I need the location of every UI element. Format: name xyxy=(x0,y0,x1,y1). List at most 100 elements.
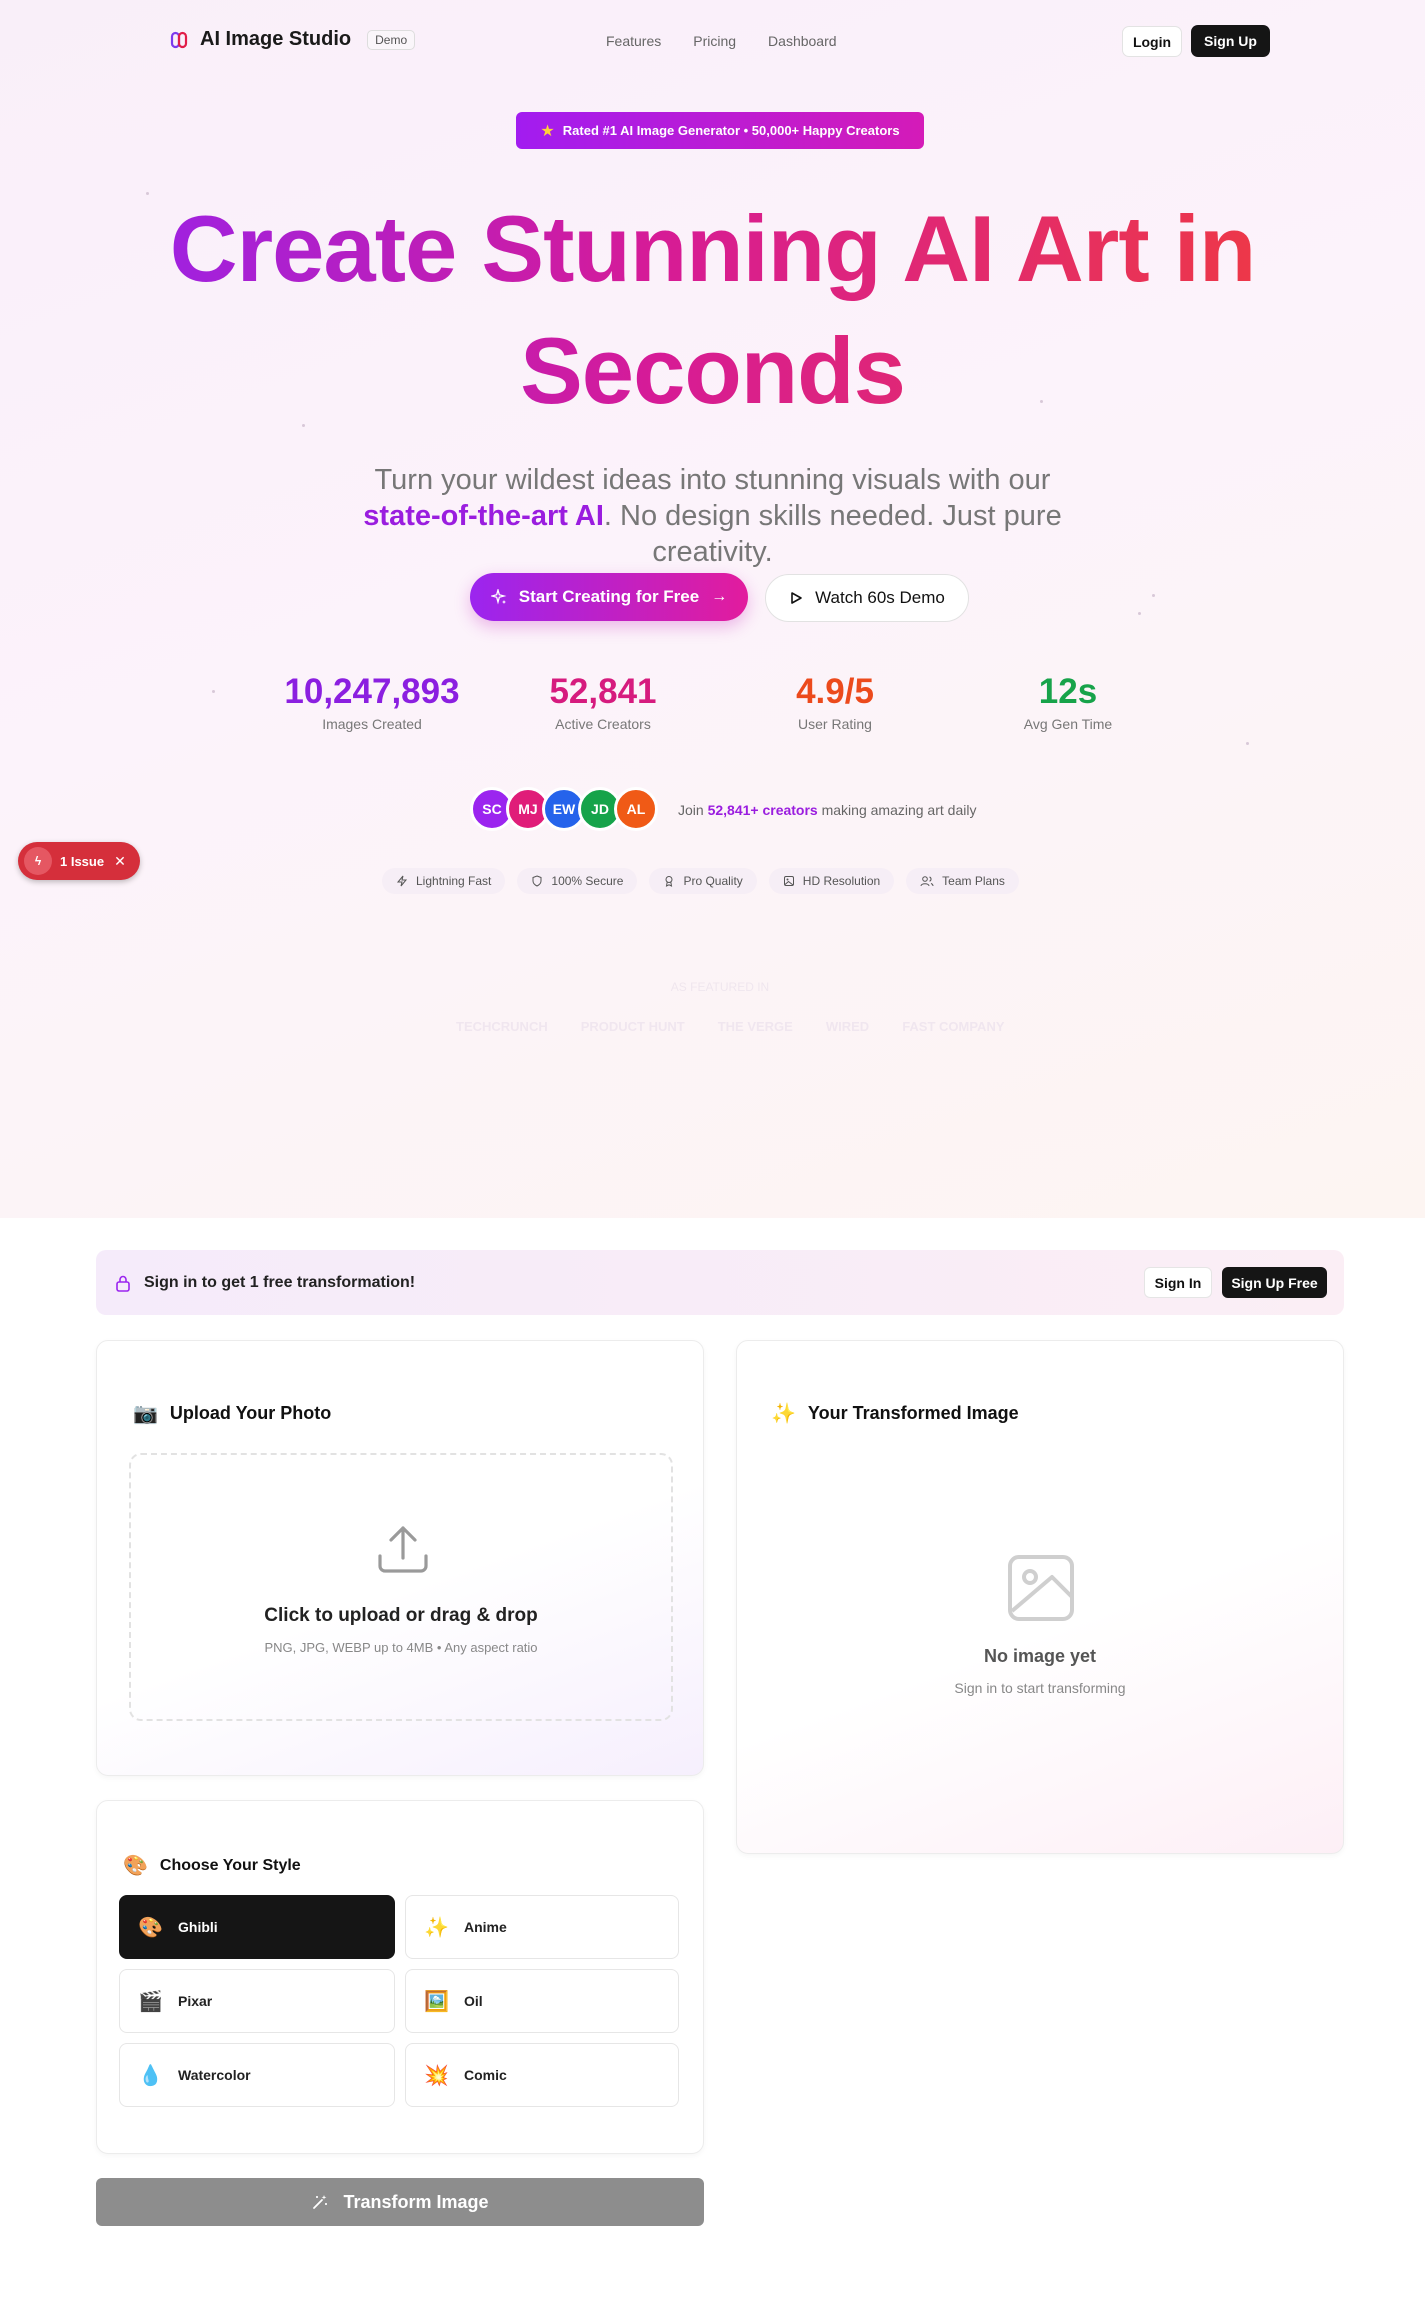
chip-hd-resolution: HD Resolution xyxy=(768,868,895,894)
style-option-label: Comic xyxy=(464,2067,507,2083)
chip-label: Pro Quality xyxy=(683,874,743,888)
stat-label: Active Creators xyxy=(555,716,651,732)
subtitle-highlight: state-of-the-art AI xyxy=(363,500,604,532)
headline-line-1: Create Stunning AI Art in xyxy=(169,196,1256,301)
style-option-pixar[interactable]: 🎬 Pixar xyxy=(119,1969,395,2033)
award-icon xyxy=(665,876,673,887)
style-option-ghibli[interactable]: 🎨 Ghibli xyxy=(119,1895,395,1959)
style-option-oil[interactable]: 🖼️ Oil xyxy=(405,1969,679,2033)
issue-indicator-icon: ϟ xyxy=(24,847,52,875)
image-icon xyxy=(783,876,794,886)
featured-outlet: WIRED xyxy=(825,1019,870,1034)
featured-label: AS FEATURED IN xyxy=(670,980,770,994)
join-suffix: making amazing art daily xyxy=(817,802,977,818)
login-button[interactable]: Login xyxy=(1122,26,1182,57)
signin-banner-text: Sign in to get 1 free transformation! xyxy=(144,1273,416,1291)
watch-demo-button[interactable]: Watch 60s Demo xyxy=(765,574,969,622)
chip-team-plans: Team Plans xyxy=(906,868,1019,894)
featured-outlets: TECHCRUNCH PRODUCT HUNT THE VERGE WIRED … xyxy=(456,1019,1005,1034)
camera-icon: 📷 xyxy=(133,1403,158,1425)
close-icon[interactable]: ✕ xyxy=(114,853,126,870)
nav-pricing[interactable]: Pricing xyxy=(693,33,736,49)
brand-name: AI Image Studio xyxy=(200,28,352,50)
framed-picture-icon: 🖼️ xyxy=(424,1990,449,2013)
decor-dot xyxy=(1152,594,1155,597)
decor-dot xyxy=(212,690,215,693)
image-placeholder-icon xyxy=(1008,1555,1074,1621)
feature-chips: Lightning Fast 100% Secure Pro Quality H… xyxy=(382,868,1019,894)
nav-features[interactable]: Features xyxy=(606,33,661,49)
droplet-icon: 💧 xyxy=(138,2064,163,2087)
stat-label: Avg Gen Time xyxy=(1023,716,1113,732)
brand-logo[interactable]: AI Image Studio Demo xyxy=(170,28,416,51)
banner-signup-button[interactable]: Sign Up Free xyxy=(1222,1267,1327,1298)
signup-button[interactable]: Sign Up xyxy=(1191,25,1270,57)
play-icon xyxy=(791,592,802,604)
result-title: ✨ Your Transformed Image xyxy=(771,1401,1019,1426)
stat-images-created: 10,247,893 Images Created xyxy=(262,670,482,732)
collision-icon: 💥 xyxy=(424,2064,449,2087)
featured-outlet: THE VERGE xyxy=(717,1019,793,1034)
style-title-text: Choose Your Style xyxy=(159,1856,301,1874)
avatar: AL xyxy=(614,787,658,831)
result-title-text: Your Transformed Image xyxy=(807,1403,1019,1423)
subtitle-text: Turn your wildest ideas into stunning vi… xyxy=(374,464,1051,496)
stat-user-rating: 4.9/5 User Rating xyxy=(725,670,945,732)
transform-image-label: Transform Image xyxy=(343,2191,489,2212)
style-title: 🎨 Choose Your Style xyxy=(123,1853,301,1878)
join-highlight: 52,841+ creators xyxy=(707,802,818,818)
decor-dot xyxy=(1138,612,1141,615)
hero-subtitle: Turn your wildest ideas into stunning vi… xyxy=(340,462,1085,570)
arrow-right-icon: → xyxy=(711,588,728,605)
start-creating-button[interactable]: Start Creating for Free → xyxy=(470,573,748,621)
style-option-watercolor[interactable]: 💧 Watercolor xyxy=(119,2043,395,2107)
style-option-label: Watercolor xyxy=(178,2067,251,2083)
chip-label: Team Plans xyxy=(942,874,1005,888)
headline-line-2: Seconds xyxy=(520,318,905,423)
transform-image-button[interactable]: Transform Image xyxy=(96,2178,704,2226)
upload-dropzone[interactable]: Click to upload or drag & drop PNG, JPG,… xyxy=(129,1453,673,1721)
issues-count: 1 Issue xyxy=(60,853,105,869)
sparkles-icon xyxy=(490,589,507,605)
upload-card: 📷 Upload Your Photo Click to upload or d… xyxy=(96,1340,704,1776)
style-option-label: Anime xyxy=(464,1919,507,1935)
stat-label: User Rating xyxy=(798,716,872,732)
lightning-icon xyxy=(396,875,408,887)
style-option-comic[interactable]: 💥 Comic xyxy=(405,2043,679,2107)
style-option-anime[interactable]: ✨ Anime xyxy=(405,1895,679,1959)
lock-icon xyxy=(116,1275,130,1292)
upload-hint: PNG, JPG, WEBP up to 4MB • Any aspect ra… xyxy=(264,1640,538,1655)
star-icon: ★ xyxy=(540,122,555,140)
stat-avg-gen-time: 12s Avg Gen Time xyxy=(958,670,1178,732)
nav-dashboard[interactable]: Dashboard xyxy=(768,33,837,49)
palette-icon: 🎨 xyxy=(138,1916,163,1939)
watch-demo-label: Watch 60s Demo xyxy=(815,588,945,607)
users-icon xyxy=(920,876,934,887)
sparkles-icon: ✨ xyxy=(424,1916,449,1939)
chip-secure: 100% Secure xyxy=(517,868,638,894)
logo-icon xyxy=(170,31,188,48)
featured-outlet: FAST COMPANY xyxy=(902,1019,1005,1034)
clapperboard-icon: 🎬 xyxy=(138,1990,163,2013)
upload-icon xyxy=(378,1526,428,1573)
demo-badge: Demo xyxy=(367,29,416,50)
magic-wand-icon xyxy=(313,2195,328,2209)
style-option-label: Pixar xyxy=(178,1993,213,2009)
chip-label: 100% Secure xyxy=(551,874,624,888)
palette-icon: 🎨 xyxy=(123,1855,148,1877)
issues-badge[interactable]: ϟ 1 Issue ✕ xyxy=(18,842,140,880)
style-card: 🎨 Choose Your Style 🎨 Ghibli ✨ Anime 🎬 P… xyxy=(96,1800,704,2154)
empty-state-title: No image yet xyxy=(983,1646,1097,1666)
stat-value: 4.9/5 xyxy=(796,672,874,711)
banner-signin-button[interactable]: Sign In xyxy=(1144,1267,1212,1298)
decor-dot xyxy=(1246,742,1249,745)
style-option-label: Ghibli xyxy=(178,1919,218,1935)
main-nav: Features Pricing Dashboard xyxy=(606,33,837,49)
join-prefix: Join xyxy=(678,802,708,818)
hero-headline: Create Stunning AI Art in Seconds xyxy=(120,188,1305,432)
sparkles-icon: ✨ xyxy=(771,1403,796,1425)
creator-avatars: SC MJ EW JD AL xyxy=(470,787,658,831)
stat-value: 10,247,893 xyxy=(284,672,460,711)
chip-label: Lightning Fast xyxy=(416,874,492,888)
stat-value: 52,841 xyxy=(549,672,657,711)
